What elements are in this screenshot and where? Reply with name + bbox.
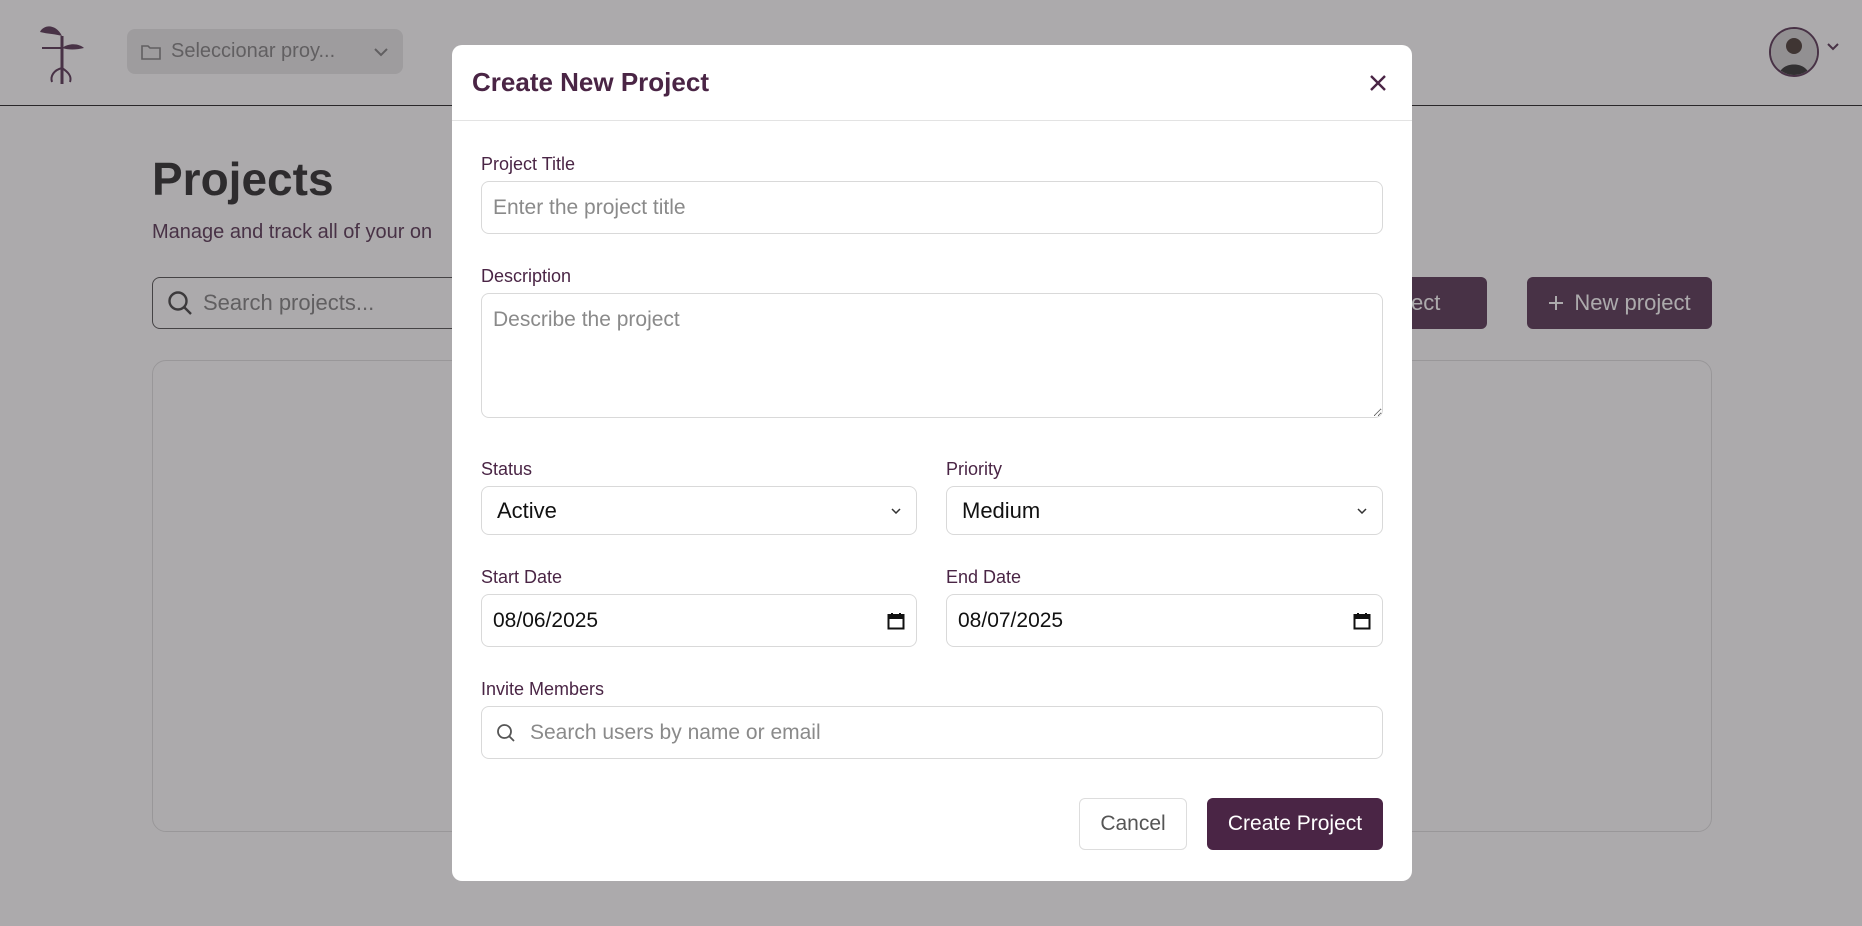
invite-placeholder: Search users by name or email xyxy=(530,720,821,744)
start-date-value: 08/06/2025 xyxy=(493,608,599,632)
chevron-down-icon xyxy=(891,507,901,514)
invite-members-input[interactable]: Search users by name or email xyxy=(481,706,1383,759)
create-project-label: Create Project xyxy=(1227,812,1363,835)
calendar-icon[interactable] xyxy=(887,612,905,630)
create-project-modal: Create New Project Project Title Descrip… xyxy=(452,45,1412,881)
project-title-label: Project Title xyxy=(481,154,576,174)
status-value: Active xyxy=(497,497,557,523)
priority-label: Priority xyxy=(946,459,1003,479)
modal-title: Create New Project xyxy=(472,67,709,97)
priority-value: Medium xyxy=(962,497,1041,523)
end-date-input[interactable]: 08/07/2025 xyxy=(946,594,1383,647)
calendar-icon[interactable] xyxy=(1353,612,1371,630)
cancel-button[interactable]: Cancel xyxy=(1079,798,1187,850)
close-button[interactable] xyxy=(1364,69,1392,97)
close-icon xyxy=(1370,74,1386,91)
description-label: Description xyxy=(481,266,572,286)
create-project-button[interactable]: Create Project xyxy=(1207,798,1383,850)
start-date-input[interactable]: 08/06/2025 xyxy=(481,594,917,647)
start-date-label: Start Date xyxy=(481,567,563,587)
invite-members-label: Invite Members xyxy=(481,679,605,699)
search-icon xyxy=(497,723,515,742)
modal-header: Create New Project xyxy=(452,45,1412,121)
description-textarea[interactable] xyxy=(481,293,1383,418)
project-title-input[interactable] xyxy=(481,181,1383,234)
chevron-down-icon xyxy=(1357,507,1367,514)
priority-select[interactable]: Medium xyxy=(946,486,1383,535)
end-date-value: 08/07/2025 xyxy=(958,608,1064,632)
cancel-label: Cancel xyxy=(1100,812,1166,835)
status-label: Status xyxy=(481,459,533,479)
end-date-label: End Date xyxy=(946,567,1022,587)
status-select[interactable]: Active xyxy=(481,486,917,535)
